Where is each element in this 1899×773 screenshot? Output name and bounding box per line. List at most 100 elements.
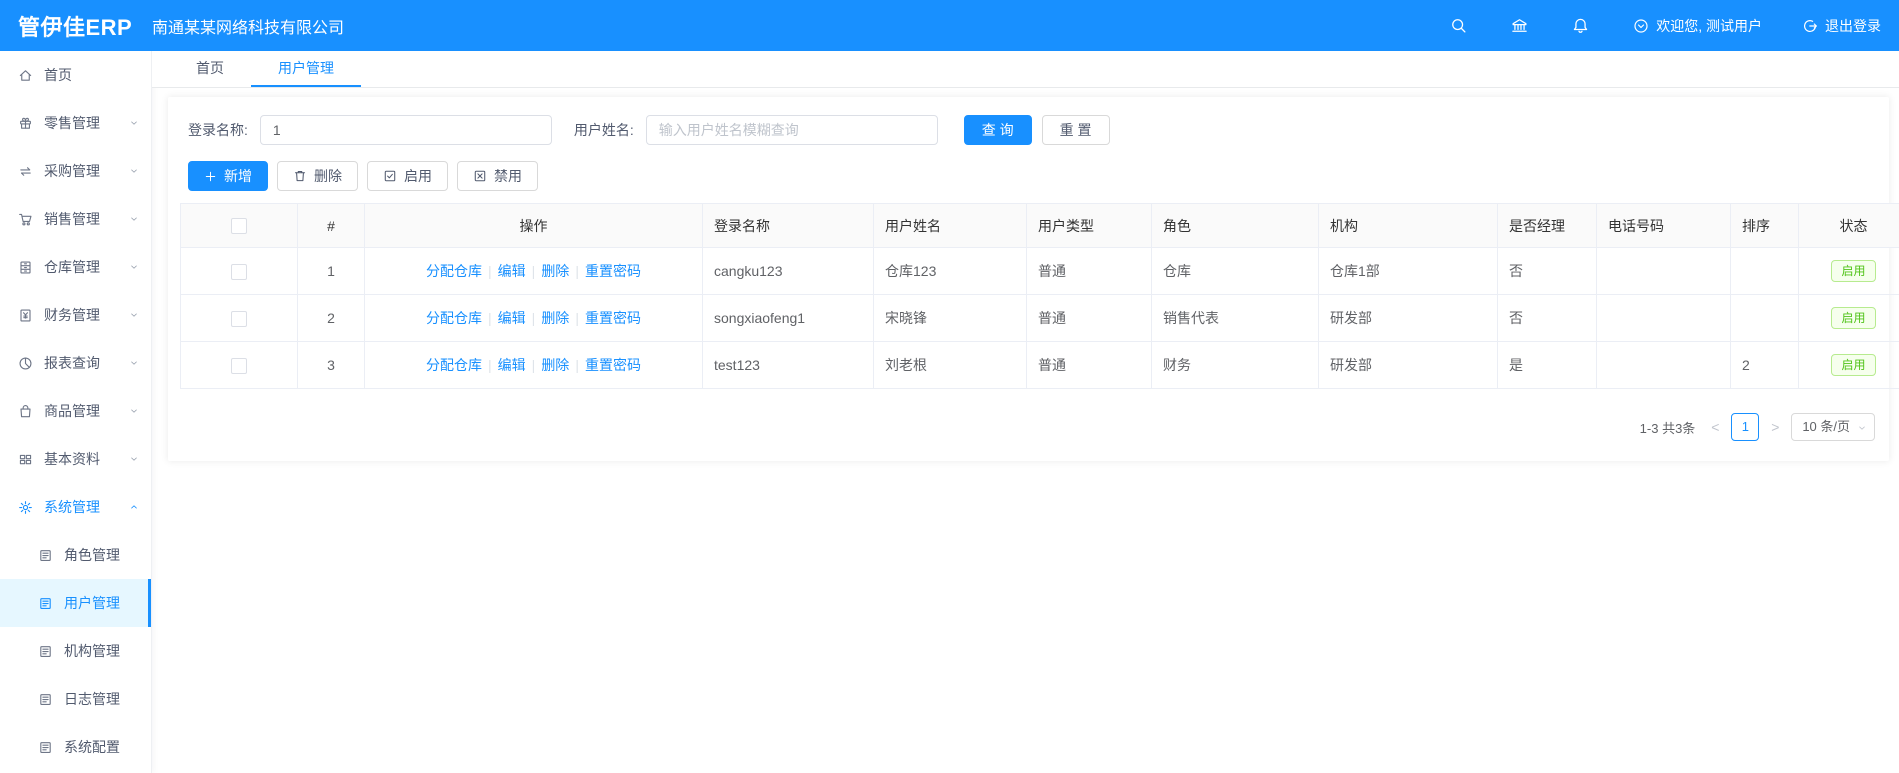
sidebar-item-log[interactable]: 日志管理	[0, 675, 151, 723]
status-badge-enabled[interactable]: 启用	[1831, 307, 1876, 329]
cell-org: 仓库1部	[1318, 247, 1498, 295]
tab-user-mgmt[interactable]: 用户管理	[251, 51, 361, 87]
sidebar-item-user[interactable]: 用户管理	[0, 579, 151, 627]
cell-login: songxiaofeng1	[702, 294, 874, 342]
cell-sort	[1730, 247, 1799, 295]
column-header: 机构	[1318, 203, 1498, 248]
action-link-reset-password[interactable]: 重置密码	[585, 263, 641, 279]
sidebar-item-role[interactable]: 角色管理	[0, 531, 151, 579]
sidebar-item-label: 日志管理	[64, 691, 120, 707]
cell-type: 普通	[1026, 294, 1152, 342]
action-link-delete[interactable]: 删除	[541, 263, 569, 279]
action-separator: |	[531, 310, 536, 326]
doc-icon	[38, 739, 54, 755]
tab-home[interactable]: 首页	[169, 51, 251, 87]
action-link-assign-warehouse[interactable]: 分配仓库	[426, 263, 482, 279]
cell-type: 普通	[1026, 247, 1152, 295]
cell-manager: 是	[1497, 341, 1597, 389]
cell-org: 研发部	[1318, 341, 1498, 389]
row-checkbox[interactable]	[231, 357, 247, 374]
action-link-assign-warehouse[interactable]: 分配仓库	[426, 310, 482, 326]
sidebar-menu: 首页 零售管理采购管理销售管理仓库管理 财务管理 报表查询 商品管理 基本资料 系统管理 角色…	[0, 51, 152, 773]
action-link-edit[interactable]: 编辑	[498, 357, 526, 373]
disable-button[interactable]: 禁用	[457, 161, 538, 191]
disable-button-label: 禁用	[494, 168, 522, 184]
prev-page-button[interactable]: <	[1708, 419, 1722, 435]
sidebar-item-basic[interactable]: 基本资料	[0, 435, 151, 483]
cell-status: 启用	[1798, 294, 1899, 342]
action-link-edit[interactable]: 编辑	[498, 263, 526, 279]
report-icon	[18, 355, 34, 371]
login-name-label: 登录名称:	[188, 122, 248, 138]
add-button[interactable]: 新增	[188, 161, 268, 191]
select-all-checkbox[interactable]	[231, 218, 247, 235]
bank-icon[interactable]	[1511, 17, 1528, 34]
sidebar-item-warehouse[interactable]: 仓库管理	[0, 243, 151, 291]
row-checkbox[interactable]	[231, 263, 247, 280]
column-header: 角色	[1151, 203, 1319, 248]
warehouse-icon	[18, 259, 34, 275]
cell-phone	[1596, 294, 1731, 342]
user-table: # 操作 登录名称 用户姓名 用户类型 角色 机构 是否经理 电话号码 排序 状态 1 分配仓库 | 编辑…	[180, 203, 1899, 389]
search-button[interactable]: 查 询	[963, 115, 1032, 145]
action-link-delete[interactable]: 删除	[541, 310, 569, 326]
cell-org: 研发部	[1318, 294, 1498, 342]
user-menu[interactable]: 欢迎您, 测试用户	[1633, 16, 1762, 36]
sidebar-item-label: 采购管理	[44, 163, 100, 179]
sidebar-item-home[interactable]: 首页	[0, 51, 151, 99]
cell-login: test123	[702, 341, 874, 389]
enable-button[interactable]: 启用	[367, 161, 448, 191]
chevron-up-icon	[129, 502, 139, 512]
chevron-down-icon	[129, 166, 139, 176]
sidebar-item-config[interactable]: 系统配置	[0, 723, 151, 771]
cell-role: 销售代表	[1151, 294, 1319, 342]
user-name-input[interactable]	[645, 115, 938, 145]
sidebar-item-retail[interactable]: 零售管理	[0, 99, 151, 147]
action-link-assign-warehouse[interactable]: 分配仓库	[426, 357, 482, 373]
doc-icon	[38, 595, 54, 611]
cell-name: 宋晓锋	[873, 294, 1027, 342]
sidebar-item-label: 销售管理	[44, 211, 100, 227]
page-size-select[interactable]: 10 条/页	[1791, 413, 1875, 441]
chevron-down-icon	[1857, 423, 1867, 433]
action-link-delete[interactable]: 删除	[541, 357, 569, 373]
sidebar-item-finance[interactable]: 财务管理	[0, 291, 151, 339]
cell-sort	[1730, 294, 1799, 342]
column-header: 操作	[364, 203, 703, 248]
current-page[interactable]: 1	[1731, 413, 1760, 441]
row-actions: 分配仓库 | 编辑 | 删除 | 重置密码	[364, 247, 703, 295]
sidebar-item-system[interactable]: 系统管理	[0, 483, 151, 531]
cell-name: 刘老根	[873, 341, 1027, 389]
logout-button[interactable]: 退出登录	[1802, 16, 1881, 36]
bell-icon[interactable]	[1572, 17, 1589, 34]
app-logo[interactable]: 管伊佳ERP	[0, 10, 152, 42]
reset-button[interactable]: 重 置	[1041, 115, 1110, 145]
sidebar-item-goods[interactable]: 商品管理	[0, 387, 151, 435]
search-icon[interactable]	[1450, 17, 1467, 34]
sales-icon	[18, 211, 34, 227]
sidebar-item-purchase[interactable]: 采购管理	[0, 147, 151, 195]
table-body: 1 分配仓库 | 编辑 | 删除 | 重置密码 cangku123 仓库123 普通 仓库 仓库1部否启…	[180, 247, 1899, 389]
delete-button[interactable]: 删除	[277, 161, 358, 191]
doc-icon	[38, 643, 54, 659]
sidebar-item-sales[interactable]: 销售管理	[0, 195, 151, 243]
status-badge-enabled[interactable]: 启用	[1831, 354, 1876, 376]
action-link-reset-password[interactable]: 重置密码	[585, 310, 641, 326]
welcome-text: 欢迎您, 测试用户	[1656, 17, 1762, 34]
x-square-icon	[473, 169, 487, 183]
next-page-button[interactable]: >	[1768, 419, 1782, 435]
action-link-edit[interactable]: 编辑	[498, 310, 526, 326]
row-checkbox[interactable]	[231, 310, 247, 327]
sidebar-item-org[interactable]: 机构管理	[0, 627, 151, 675]
pagination-total: 1-3 共3条	[1639, 420, 1696, 436]
company-name: 南通某某网络科技有限公司	[152, 19, 345, 37]
content-card: 登录名称: 用户姓名: 查 询 重 置 新增 删除 启用 禁用	[168, 97, 1899, 461]
action-link-reset-password[interactable]: 重置密码	[585, 357, 641, 373]
status-badge-enabled[interactable]: 启用	[1831, 260, 1876, 282]
finance-icon	[18, 307, 34, 323]
column-header-checkbox	[180, 203, 298, 248]
sidebar-item-report[interactable]: 报表查询	[0, 339, 151, 387]
action-separator: |	[488, 357, 492, 373]
login-name-input[interactable]	[259, 115, 552, 145]
retail-icon	[18, 115, 34, 131]
